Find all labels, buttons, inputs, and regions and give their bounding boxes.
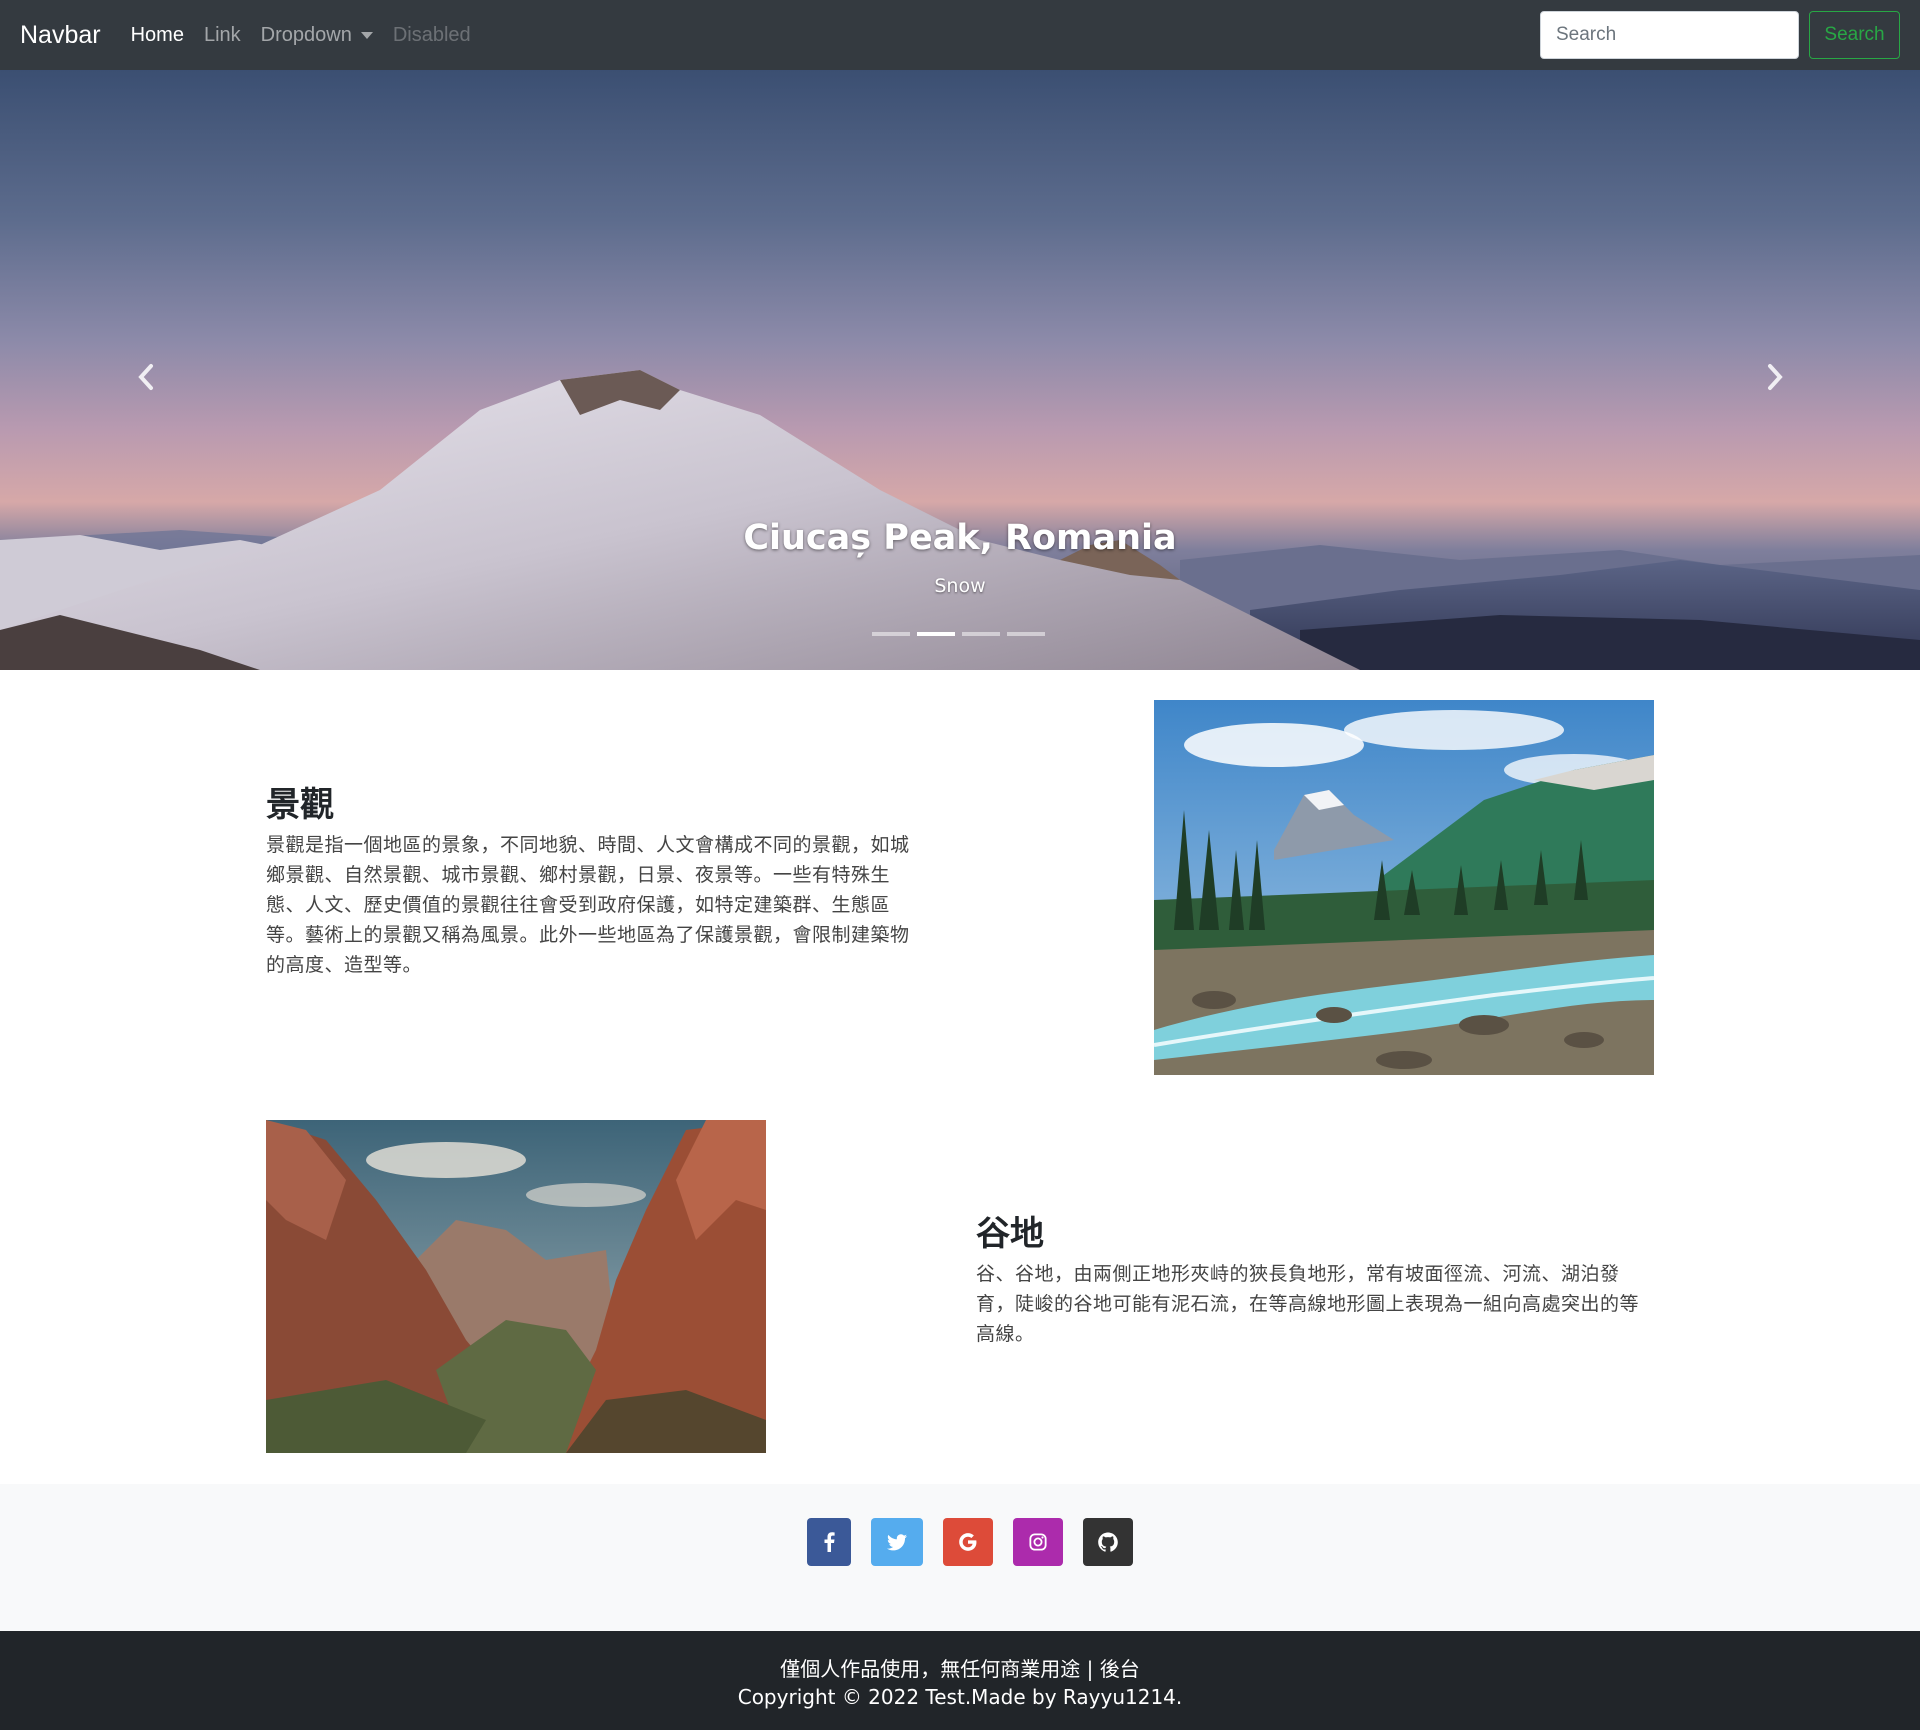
instagram-icon (1029, 1533, 1047, 1551)
carousel-prev-button[interactable] (125, 357, 165, 397)
footer: 僅個人作品使用，無任何商業用途 | 後台 Copyright © 2022 Te… (0, 1631, 1920, 1730)
feature-title-valley: 谷地 (976, 1214, 1044, 1254)
twitter-icon (887, 1533, 907, 1550)
facebook-icon (824, 1532, 835, 1552)
carousel-indicators (872, 632, 1045, 636)
hero-carousel: Ciucaș Peak, Romania Snow (0, 70, 1920, 670)
nav-link-link[interactable]: Link (204, 24, 241, 47)
search-input[interactable] (1540, 11, 1799, 59)
footer-copyright: Copyright © 2022 Test.Made by Rayyu1214. (737, 1685, 1183, 1709)
social-buttons (807, 1518, 1133, 1566)
github-icon (1098, 1532, 1118, 1552)
twitter-button[interactable] (871, 1518, 923, 1566)
github-button[interactable] (1083, 1518, 1133, 1566)
carousel-indicator-active[interactable] (917, 632, 955, 636)
nav-dropdown[interactable]: Dropdown (261, 24, 373, 47)
text-line: 鄉景觀、自然景觀、城市景觀、鄉村景觀，日景、夜景等。一些有特殊生 (266, 864, 891, 886)
carousel-indicator[interactable] (1007, 632, 1045, 636)
feature-text-valley: 谷、谷地，由兩側正地形夾峙的狹長負地形，常有坡面徑流、河流、湖泊發 育，陡峻的谷… (976, 1259, 1666, 1349)
carousel-caption-title: Ciucaș Peak, Romania (743, 518, 1177, 558)
text-line: 谷、谷地，由兩側正地形夾峙的狹長負地形，常有坡面徑流、河流、湖泊發 (976, 1263, 1620, 1285)
google-icon (959, 1533, 977, 1551)
text-line: 高線。 (976, 1323, 1035, 1345)
text-line: 景觀是指一個地區的景象，不同地貌、時間、人文會構成不同的景觀，如城 (266, 834, 910, 856)
social-bar (0, 1484, 1920, 1631)
text-line: 的高度、造型等。 (266, 954, 423, 976)
navbar-brand[interactable]: Navbar (20, 21, 101, 50)
carousel-indicator[interactable] (962, 632, 1000, 636)
carousel-caption-subtitle: Snow (934, 575, 986, 597)
instagram-button[interactable] (1013, 1518, 1063, 1566)
landscape-photo (1154, 700, 1654, 1075)
caret-down-icon (360, 31, 373, 39)
feature-text-landscape: 景觀是指一個地區的景象，不同地貌、時間、人文會構成不同的景觀，如城 鄉景觀、自然… (266, 830, 946, 980)
navbar: Navbar Home Link Dropdown Disabled Searc… (0, 0, 1920, 70)
feature-title-landscape: 景觀 (266, 785, 334, 825)
carousel-indicator[interactable] (872, 632, 910, 636)
text-line: 等。藝術上的景觀又稱為風景。此外一些地區為了保護景觀，會限制建築物 (266, 924, 910, 946)
valley-photo (266, 1120, 766, 1453)
carousel-next-button[interactable] (1756, 357, 1796, 397)
chevron-right-icon (1768, 364, 1783, 390)
facebook-button[interactable] (807, 1518, 851, 1566)
footer-notice: 僅個人作品使用，無任何商業用途 | 後台 (780, 1657, 1140, 1681)
google-button[interactable] (943, 1518, 993, 1566)
search-button[interactable]: Search (1809, 11, 1900, 59)
nav-dropdown-label: Dropdown (260, 23, 352, 46)
nav-link-disabled: Disabled (392, 23, 471, 46)
nav-link-home[interactable]: Home (131, 24, 184, 47)
text-line: 態、人文、歷史價值的景觀往往會受到政府保護，如特定建築群、生態區 (266, 894, 891, 916)
text-line: 育，陡峻的谷地可能有泥石流，在等高線地形圖上表現為一組向高處突出的等 (976, 1293, 1640, 1315)
chevron-left-icon (138, 364, 153, 390)
